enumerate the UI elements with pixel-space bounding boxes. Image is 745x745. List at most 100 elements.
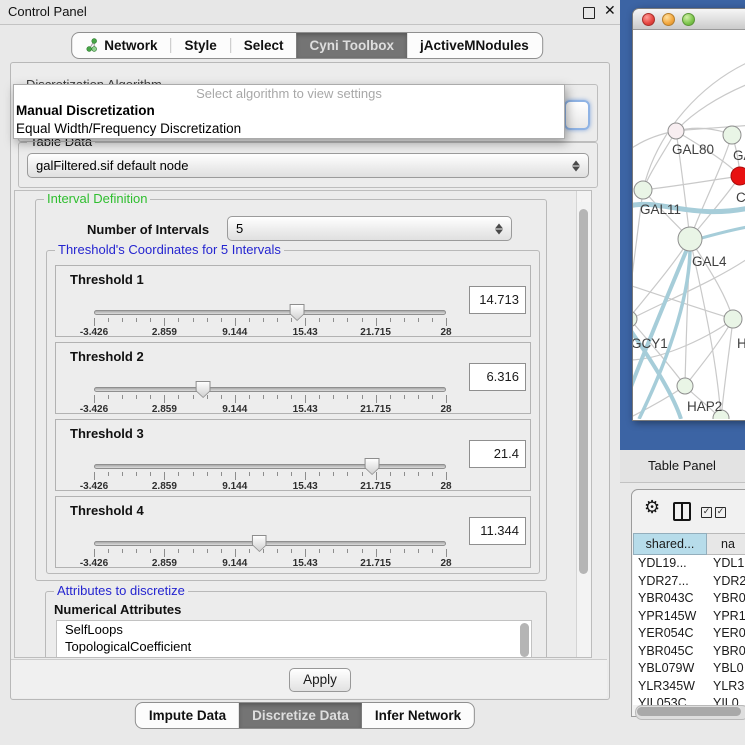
tick-mark bbox=[362, 318, 363, 322]
table-cell-shared-name: YBR043C bbox=[633, 590, 707, 608]
cytoscape-desktop: GAL80 GA C GAL11 GAL4 GCY1 H HAP2 bbox=[620, 0, 745, 450]
split-columns-icon[interactable] bbox=[673, 502, 691, 521]
tick-mark bbox=[150, 549, 151, 553]
tab-infer-network[interactable]: Infer Network bbox=[362, 703, 474, 728]
close-icon[interactable]: ✕ bbox=[604, 3, 616, 19]
tick-mark bbox=[136, 318, 137, 322]
network-node-ga[interactable] bbox=[723, 126, 741, 144]
slider-track[interactable] bbox=[94, 387, 446, 392]
checkbox-icon[interactable]: ✓ bbox=[715, 507, 726, 518]
tick-mark bbox=[193, 549, 194, 553]
network-node-gcy1[interactable] bbox=[633, 311, 637, 327]
table-data-combobox[interactable]: galFiltered.sif default node bbox=[27, 153, 589, 178]
tick-mark bbox=[305, 549, 306, 557]
list-item[interactable]: TopologicalCoefficient bbox=[57, 638, 531, 655]
node-table-panel: ⚙ ✓ ✓ shared... na YDL19... YDL1 YDR27..… bbox=[631, 489, 745, 717]
float-window-icon[interactable] bbox=[583, 7, 595, 19]
network-node-gal80[interactable] bbox=[668, 123, 684, 139]
network-canvas[interactable]: GAL80 GA C GAL11 GAL4 GCY1 H HAP2 bbox=[633, 30, 745, 419]
table-cell-name: YBR0 bbox=[707, 590, 745, 608]
attributes-group: Attributes to discretize Numerical Attri… bbox=[45, 591, 547, 658]
table-row[interactable]: YPR145W YPR1 bbox=[633, 608, 745, 626]
threshold-value-field[interactable]: 6.316 bbox=[469, 363, 526, 391]
column-header-shared-name[interactable]: shared... bbox=[633, 533, 707, 555]
network-view-window[interactable]: GAL80 GA C GAL11 GAL4 GCY1 H HAP2 bbox=[632, 8, 745, 421]
tick-mark bbox=[94, 318, 95, 326]
slider-track[interactable] bbox=[94, 464, 446, 469]
table-cell-shared-name: YDL19... bbox=[633, 555, 707, 573]
zoom-traffic-light-icon[interactable] bbox=[682, 13, 695, 26]
tab-network[interactable]: Network bbox=[72, 33, 170, 58]
tick-mark bbox=[376, 395, 377, 403]
horizontal-scrollbar-track[interactable] bbox=[635, 705, 745, 720]
table-cell-shared-name: YPR145W bbox=[633, 608, 707, 626]
network-window-titlebar[interactable] bbox=[633, 9, 745, 30]
column-header-name[interactable]: na bbox=[707, 533, 745, 555]
tick-label: 15.43 bbox=[293, 327, 318, 338]
threshold-slider[interactable]: -3.4262.8599.14415.4321.71528 bbox=[94, 535, 446, 569]
algorithm-combobox[interactable] bbox=[564, 100, 590, 130]
threshold-slider[interactable]: -3.4262.8599.14415.4321.71528 bbox=[94, 304, 446, 338]
list-item[interactable]: BetweennessCentrality bbox=[57, 655, 531, 658]
table-cell-name: YER0 bbox=[707, 625, 745, 643]
tab-cyni-toolbox[interactable]: Cyni Toolbox bbox=[297, 33, 408, 58]
scrollbar-thumb[interactable] bbox=[579, 209, 588, 574]
dropdown-option-manual[interactable]: Manual Discretization bbox=[14, 102, 564, 120]
tick-label: 9.144 bbox=[222, 481, 247, 492]
table-row[interactable]: YER054C YER0 bbox=[633, 625, 745, 643]
table-row[interactable]: YIL053C YIL0 bbox=[633, 695, 745, 705]
tab-network-label: Network bbox=[104, 38, 157, 53]
tab-impute-data[interactable]: Impute Data bbox=[136, 703, 239, 728]
threshold-value-field[interactable]: 21.4 bbox=[469, 440, 526, 468]
dropdown-option-equal-width[interactable]: Equal Width/Frequency Discretization bbox=[14, 120, 564, 138]
network-node-hap2[interactable] bbox=[677, 378, 693, 394]
checkbox-icon[interactable]: ✓ bbox=[701, 507, 712, 518]
tab-style[interactable]: Style bbox=[171, 33, 229, 58]
dropdown-placeholder-option[interactable]: Select algorithm to view settings bbox=[14, 85, 564, 102]
control-panel-tabbar: Network Style Select Cyni Toolbox jActiv… bbox=[71, 32, 543, 59]
table-row[interactable]: YDL19... YDL1 bbox=[633, 555, 745, 573]
threshold-slider[interactable]: -3.4262.8599.14415.4321.71528 bbox=[94, 458, 446, 492]
table-cell-shared-name: YBL079W bbox=[633, 660, 707, 678]
scrollbar-track[interactable] bbox=[576, 191, 591, 657]
list-item[interactable]: SelfLoops bbox=[57, 621, 531, 638]
tick-mark bbox=[404, 549, 405, 553]
network-node-gal4[interactable] bbox=[678, 227, 702, 251]
gear-icon[interactable]: ⚙ bbox=[644, 499, 660, 517]
tab-discretize-data[interactable]: Discretize Data bbox=[239, 703, 362, 728]
minimize-traffic-light-icon[interactable] bbox=[662, 13, 675, 26]
tick-label: 21.715 bbox=[360, 481, 391, 492]
slider-track[interactable] bbox=[94, 541, 446, 546]
slider-track[interactable] bbox=[94, 310, 446, 315]
apply-button[interactable]: Apply bbox=[289, 668, 351, 692]
network-graph: GAL80 GA C GAL11 GAL4 GCY1 H HAP2 bbox=[633, 30, 745, 419]
tick-mark bbox=[136, 472, 137, 476]
table-row[interactable]: YBR043C YBR0 bbox=[633, 590, 745, 608]
threshold-value-field[interactable]: 14.713 bbox=[469, 286, 526, 314]
screenshot-root: Control Panel ✕ Network Style Select bbox=[0, 0, 745, 745]
table-row[interactable]: YBL079W YBL0 bbox=[633, 660, 745, 678]
table-row[interactable]: YLR345W YLR3 bbox=[633, 678, 745, 696]
number-of-intervals-label: Number of Intervals bbox=[87, 222, 209, 237]
table-row[interactable]: YDR27... YDR2 bbox=[633, 573, 745, 591]
node-label: H bbox=[737, 336, 745, 351]
threshold-label: Threshold 4 bbox=[70, 503, 144, 518]
tick-mark bbox=[333, 318, 334, 322]
table-row[interactable]: YBR045C YBR0 bbox=[633, 643, 745, 661]
tick-mark bbox=[418, 549, 419, 553]
horizontal-scrollbar-thumb[interactable] bbox=[637, 707, 741, 716]
network-node-h[interactable] bbox=[724, 310, 742, 328]
threshold-value-field[interactable]: 11.344 bbox=[469, 517, 526, 545]
network-node-selected-red[interactable] bbox=[731, 167, 745, 185]
network-node-gal11[interactable] bbox=[634, 181, 652, 199]
number-of-intervals-combobox[interactable]: 5 bbox=[227, 216, 512, 241]
tab-discretize-data-label: Discretize Data bbox=[252, 708, 349, 723]
tick-mark bbox=[235, 395, 236, 403]
close-traffic-light-icon[interactable] bbox=[642, 13, 655, 26]
threshold-slider[interactable]: -3.4262.8599.14415.4321.71528 bbox=[94, 381, 446, 415]
node-label: GA bbox=[733, 148, 745, 163]
tab-jactivemnodules[interactable]: jActiveMNodules bbox=[407, 33, 542, 58]
list-scrollbar-thumb[interactable] bbox=[520, 623, 529, 657]
tab-select[interactable]: Select bbox=[231, 33, 297, 58]
tick-label: 15.43 bbox=[293, 404, 318, 415]
